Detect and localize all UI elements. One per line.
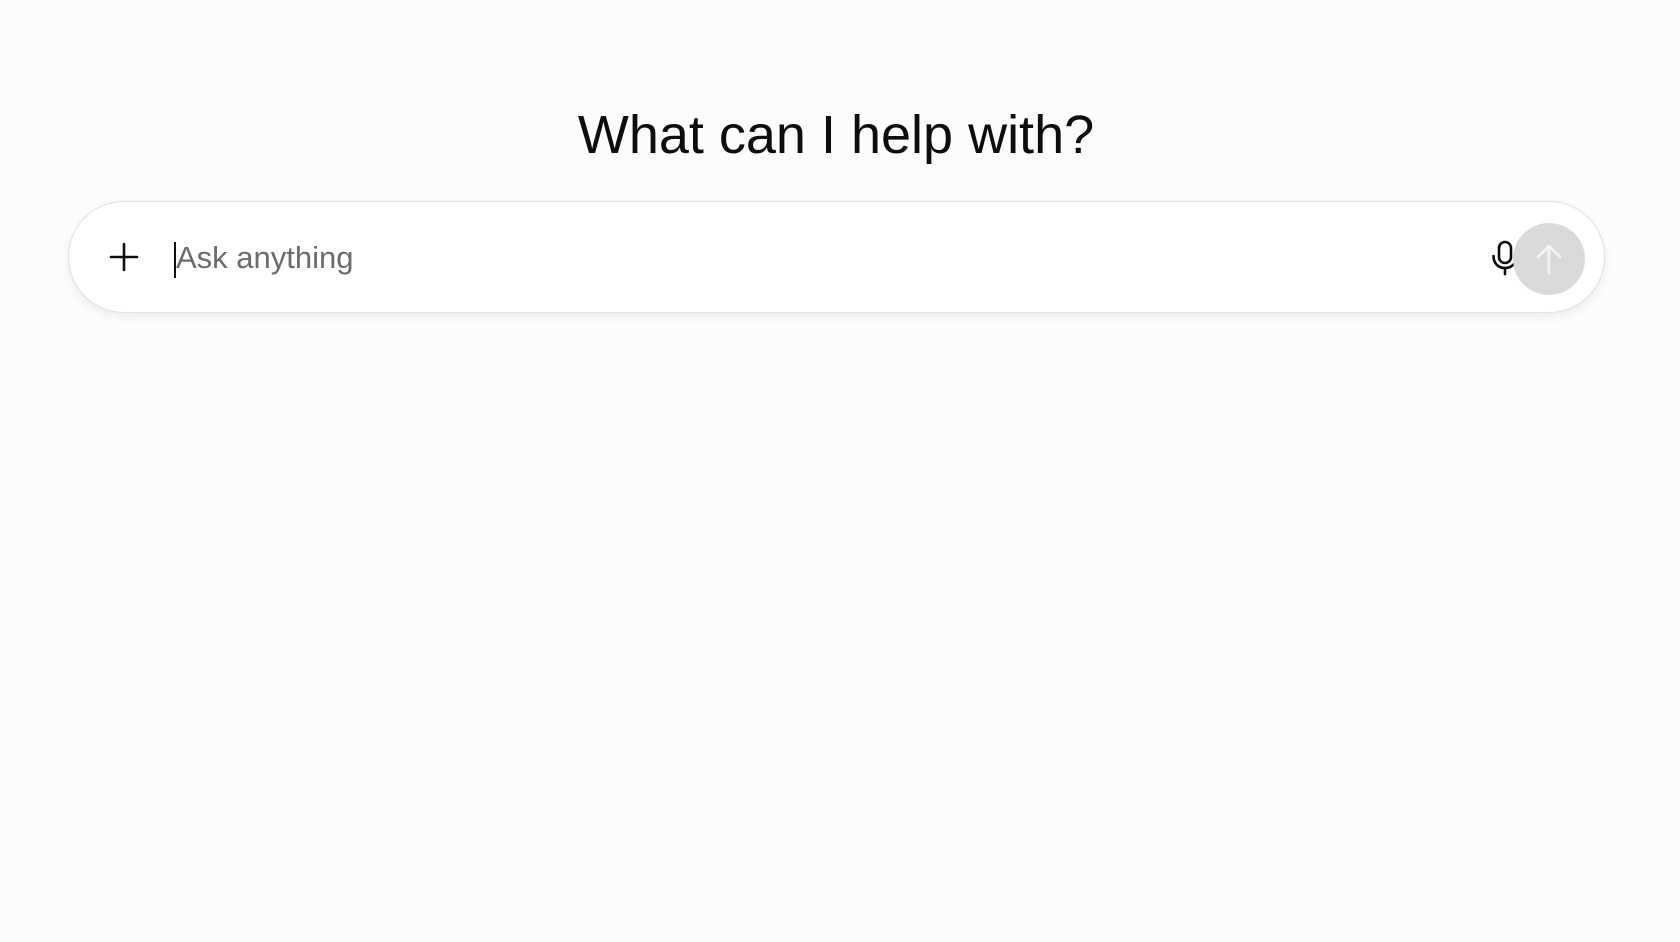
text-cursor	[174, 242, 176, 278]
chat-home: What can I help with?	[0, 0, 1680, 942]
prompt-input[interactable]	[174, 232, 1456, 284]
page-title: What can I help with?	[577, 105, 1095, 166]
send-button[interactable]	[1513, 223, 1585, 295]
prompt-input-wrapper	[174, 232, 1456, 284]
add-attachment-button[interactable]	[97, 230, 151, 284]
arrow-up-icon	[1534, 242, 1564, 276]
plus-icon	[108, 241, 140, 273]
prompt-composer	[68, 201, 1605, 313]
